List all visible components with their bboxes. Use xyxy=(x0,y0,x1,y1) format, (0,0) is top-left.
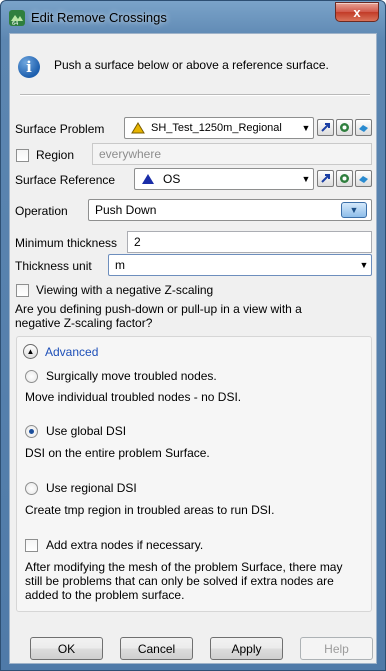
surface-properties-icon xyxy=(359,125,368,132)
region-field: everywhere xyxy=(92,143,372,165)
dialog-client-area: i Push a surface below or above a refere… xyxy=(9,33,377,664)
cancel-button[interactable]: Cancel xyxy=(120,637,193,660)
properties-button[interactable] xyxy=(355,170,372,187)
help-button[interactable]: Help xyxy=(300,637,373,660)
chevron-down-icon: ▼ xyxy=(301,174,311,184)
extra-nodes-description: After modifying the mesh of the problem … xyxy=(25,560,343,602)
surface-problem-combo[interactable]: SH_Test_1250m_Regional ▼ xyxy=(124,117,314,139)
dialog-window: 64 Edit Remove Crossings x i Push a surf… xyxy=(0,0,386,671)
region-label: Region xyxy=(36,148,75,162)
window-title: Edit Remove Crossings xyxy=(31,10,167,25)
min-thickness-label: Minimum thickness xyxy=(15,236,118,250)
pick-arrow-icon xyxy=(321,174,330,183)
chevron-up-icon[interactable]: ▲ xyxy=(23,344,38,359)
app-icon: 64 xyxy=(9,10,25,27)
extra-nodes-label: Add extra nodes if necessary. xyxy=(46,538,204,552)
operation-label: Operation xyxy=(15,204,68,218)
extra-nodes-checkbox[interactable] xyxy=(25,539,38,552)
negative-z-checkbox[interactable] xyxy=(16,284,29,297)
apply-button[interactable]: Apply xyxy=(210,637,283,660)
surface-reference-value: OS xyxy=(163,172,181,186)
title-bar[interactable]: 64 Edit Remove Crossings x xyxy=(1,1,385,33)
surface-reference-label: Surface Reference xyxy=(15,173,116,187)
surface-problem-value: SH_Test_1250m_Regional xyxy=(151,122,282,134)
operation-combo[interactable]: Push Down ▼ xyxy=(88,199,372,221)
surface-triangle-icon xyxy=(142,174,154,184)
info-icon: i xyxy=(18,56,40,78)
view-button[interactable] xyxy=(336,170,353,187)
properties-button[interactable] xyxy=(355,119,372,136)
regional-dsi-label: Use regional DSI xyxy=(46,481,137,495)
min-thickness-input[interactable]: 2 xyxy=(127,231,372,253)
separator xyxy=(20,94,370,96)
chevron-down-icon: ▼ xyxy=(301,123,311,133)
close-button[interactable]: x xyxy=(335,2,379,22)
surface-reference-combo[interactable]: OS ▼ xyxy=(134,168,314,190)
operation-value: Push Down xyxy=(95,203,157,217)
help-button-label: Help xyxy=(324,641,349,656)
cancel-button-label: Cancel xyxy=(137,641,176,656)
pick-button[interactable] xyxy=(317,119,334,136)
thickness-unit-value: m xyxy=(115,258,125,272)
global-dsi-radio[interactable] xyxy=(25,425,38,438)
regional-dsi-radio[interactable] xyxy=(25,482,38,495)
global-dsi-description: DSI on the entire problem Surface. xyxy=(25,446,210,460)
region-checkbox[interactable] xyxy=(16,149,29,162)
svg-text:64: 64 xyxy=(12,21,18,27)
negative-z-question: Are you defining push-down or pull-up in… xyxy=(15,302,302,330)
eye-icon xyxy=(340,174,349,183)
ok-button-label: OK xyxy=(57,641,76,656)
global-dsi-label: Use global DSI xyxy=(46,424,127,438)
region-value: everywhere xyxy=(99,147,162,161)
thickness-unit-combo[interactable]: m ▼ xyxy=(108,254,372,276)
surface-problem-label: Surface Problem xyxy=(15,122,105,136)
close-icon: x xyxy=(353,4,361,20)
min-thickness-value: 2 xyxy=(134,235,141,249)
thickness-unit-label: Thickness unit xyxy=(15,259,92,273)
surface-properties-icon xyxy=(359,176,368,183)
surgically-move-description: Move individual troubled nodes - no DSI. xyxy=(25,390,242,404)
advanced-panel: ▲ Advanced Surgically move troubled node… xyxy=(16,336,372,612)
chevron-down-icon: ▼ xyxy=(349,205,359,215)
eye-icon xyxy=(340,123,349,132)
surface-triangle-icon xyxy=(131,122,145,134)
pick-arrow-icon xyxy=(321,123,330,132)
advanced-toggle[interactable]: Advanced xyxy=(45,345,98,359)
info-message: Push a surface below or above a referenc… xyxy=(54,58,329,72)
surgically-move-radio[interactable] xyxy=(25,370,38,383)
surgically-move-label: Surgically move troubled nodes. xyxy=(46,369,217,383)
operation-dropdown-button[interactable]: ▼ xyxy=(341,202,367,218)
view-button[interactable] xyxy=(336,119,353,136)
pick-button[interactable] xyxy=(317,170,334,187)
regional-dsi-description: Create tmp region in troubled areas to r… xyxy=(25,503,275,517)
ok-button[interactable]: OK xyxy=(30,637,103,660)
apply-button-label: Apply xyxy=(231,641,262,656)
chevron-down-icon: ▼ xyxy=(359,260,369,270)
negative-z-label: Viewing with a negative Z-scaling xyxy=(36,283,214,297)
